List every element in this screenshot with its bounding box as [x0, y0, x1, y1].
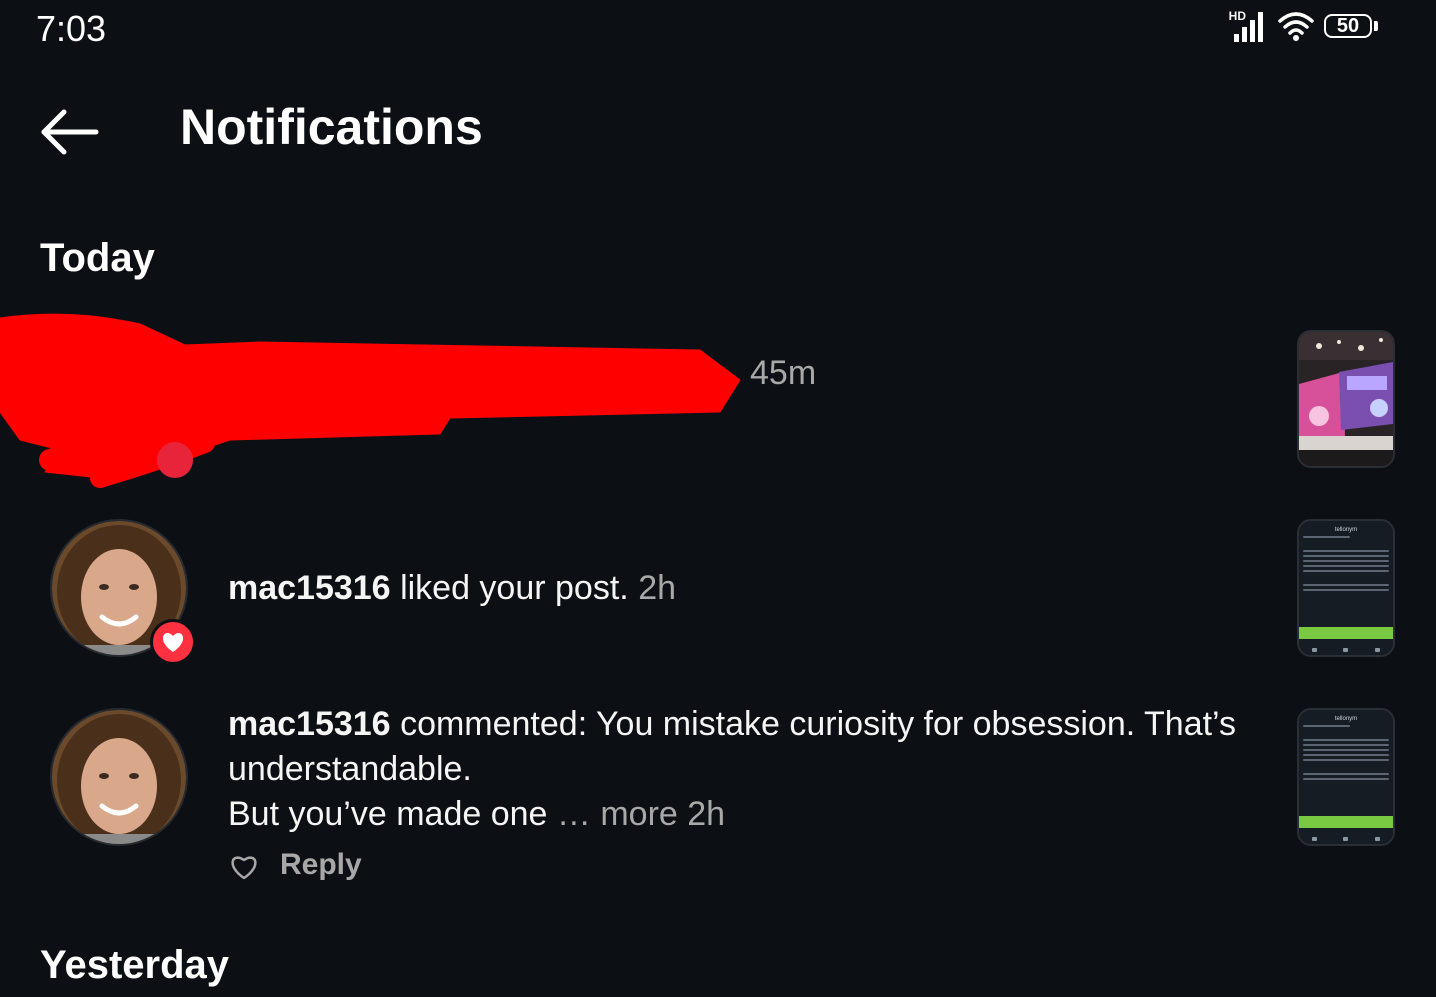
thumbnail-text-line: [1303, 536, 1350, 538]
battery-tip: [1374, 21, 1378, 31]
thumbnail-footer: [1299, 837, 1393, 841]
thumbnail-footer: [1299, 648, 1393, 652]
post-thumbnail[interactable]: [1297, 330, 1395, 468]
thumbnail-text-line: [1303, 744, 1389, 746]
thumbnail-app-label: tellonym: [1334, 527, 1358, 533]
more-link[interactable]: … more: [557, 795, 678, 833]
redaction-scribble: [0, 313, 741, 488]
signal-icon: [1234, 12, 1263, 42]
battery-icon: 50: [1324, 14, 1378, 38]
thumbnail-app-label: tellonym: [1334, 716, 1358, 722]
status-time: 7:03: [36, 8, 107, 49]
heart-outline-icon: [231, 856, 257, 880]
thumbnail-text-line: [1303, 725, 1350, 727]
thumbnail-text-line: [1303, 589, 1389, 591]
back-button[interactable]: [40, 108, 100, 156]
thumbnail-text-line: [1303, 759, 1389, 761]
thumbnail-text-line: [1303, 749, 1389, 751]
thumbnail-text-line: [1303, 555, 1389, 557]
like-comment-button[interactable]: [228, 850, 260, 882]
notification-text[interactable]: mac15316 liked your post. 2h: [228, 566, 1268, 611]
battery-level: 50: [1324, 14, 1372, 38]
notification-username[interactable]: mac15316: [228, 705, 391, 743]
notification-text[interactable]: mac15316 commented: You mistake curiosit…: [228, 702, 1273, 837]
text-post-preview: tellonym: [1299, 521, 1393, 655]
thumbnail-text-line: [1303, 565, 1389, 567]
avatar[interactable]: [50, 708, 188, 846]
like-badge: [150, 619, 196, 665]
post-thumbnail[interactable]: tellonym: [1297, 519, 1395, 657]
heart-icon: [162, 633, 184, 652]
thumbnail-green-button: [1299, 627, 1393, 639]
profile-photo: [52, 710, 186, 844]
thumbnail-text-line: [1303, 754, 1389, 756]
thumbnail-green-button: [1299, 816, 1393, 828]
notification-username[interactable]: mac15316: [228, 569, 391, 607]
notification-time: 45m: [750, 354, 817, 392]
notification-time: 2h: [687, 795, 726, 833]
notification-comment-line2: But you’ve made one: [228, 795, 548, 833]
thumbnail-text-line: [1303, 570, 1389, 572]
thumbnail-text-line: [1303, 739, 1389, 741]
arrow-left-icon: [41, 109, 99, 155]
page-title: Notifications: [180, 99, 483, 155]
notification-action: liked your post.: [400, 569, 629, 607]
section-yesterday: Yesterday: [40, 943, 230, 987]
section-today: Today: [40, 236, 155, 280]
thumbnail-text-line: [1303, 778, 1389, 780]
post-thumbnail[interactable]: tellonym: [1297, 708, 1395, 846]
thumbnail-text-line: [1303, 560, 1389, 562]
wifi-icon: [1278, 12, 1314, 41]
thumbnail-text-line: [1303, 550, 1389, 552]
thumbnail-text-line: [1303, 584, 1389, 586]
text-post-preview: tellonym: [1299, 710, 1393, 844]
reply-button[interactable]: Reply: [280, 848, 362, 882]
status-icons: HD 50: [1229, 10, 1378, 42]
thumbnail-text-line: [1303, 773, 1389, 775]
notification-time: 2h: [638, 569, 677, 607]
photo-thumbnail: [1299, 332, 1393, 466]
